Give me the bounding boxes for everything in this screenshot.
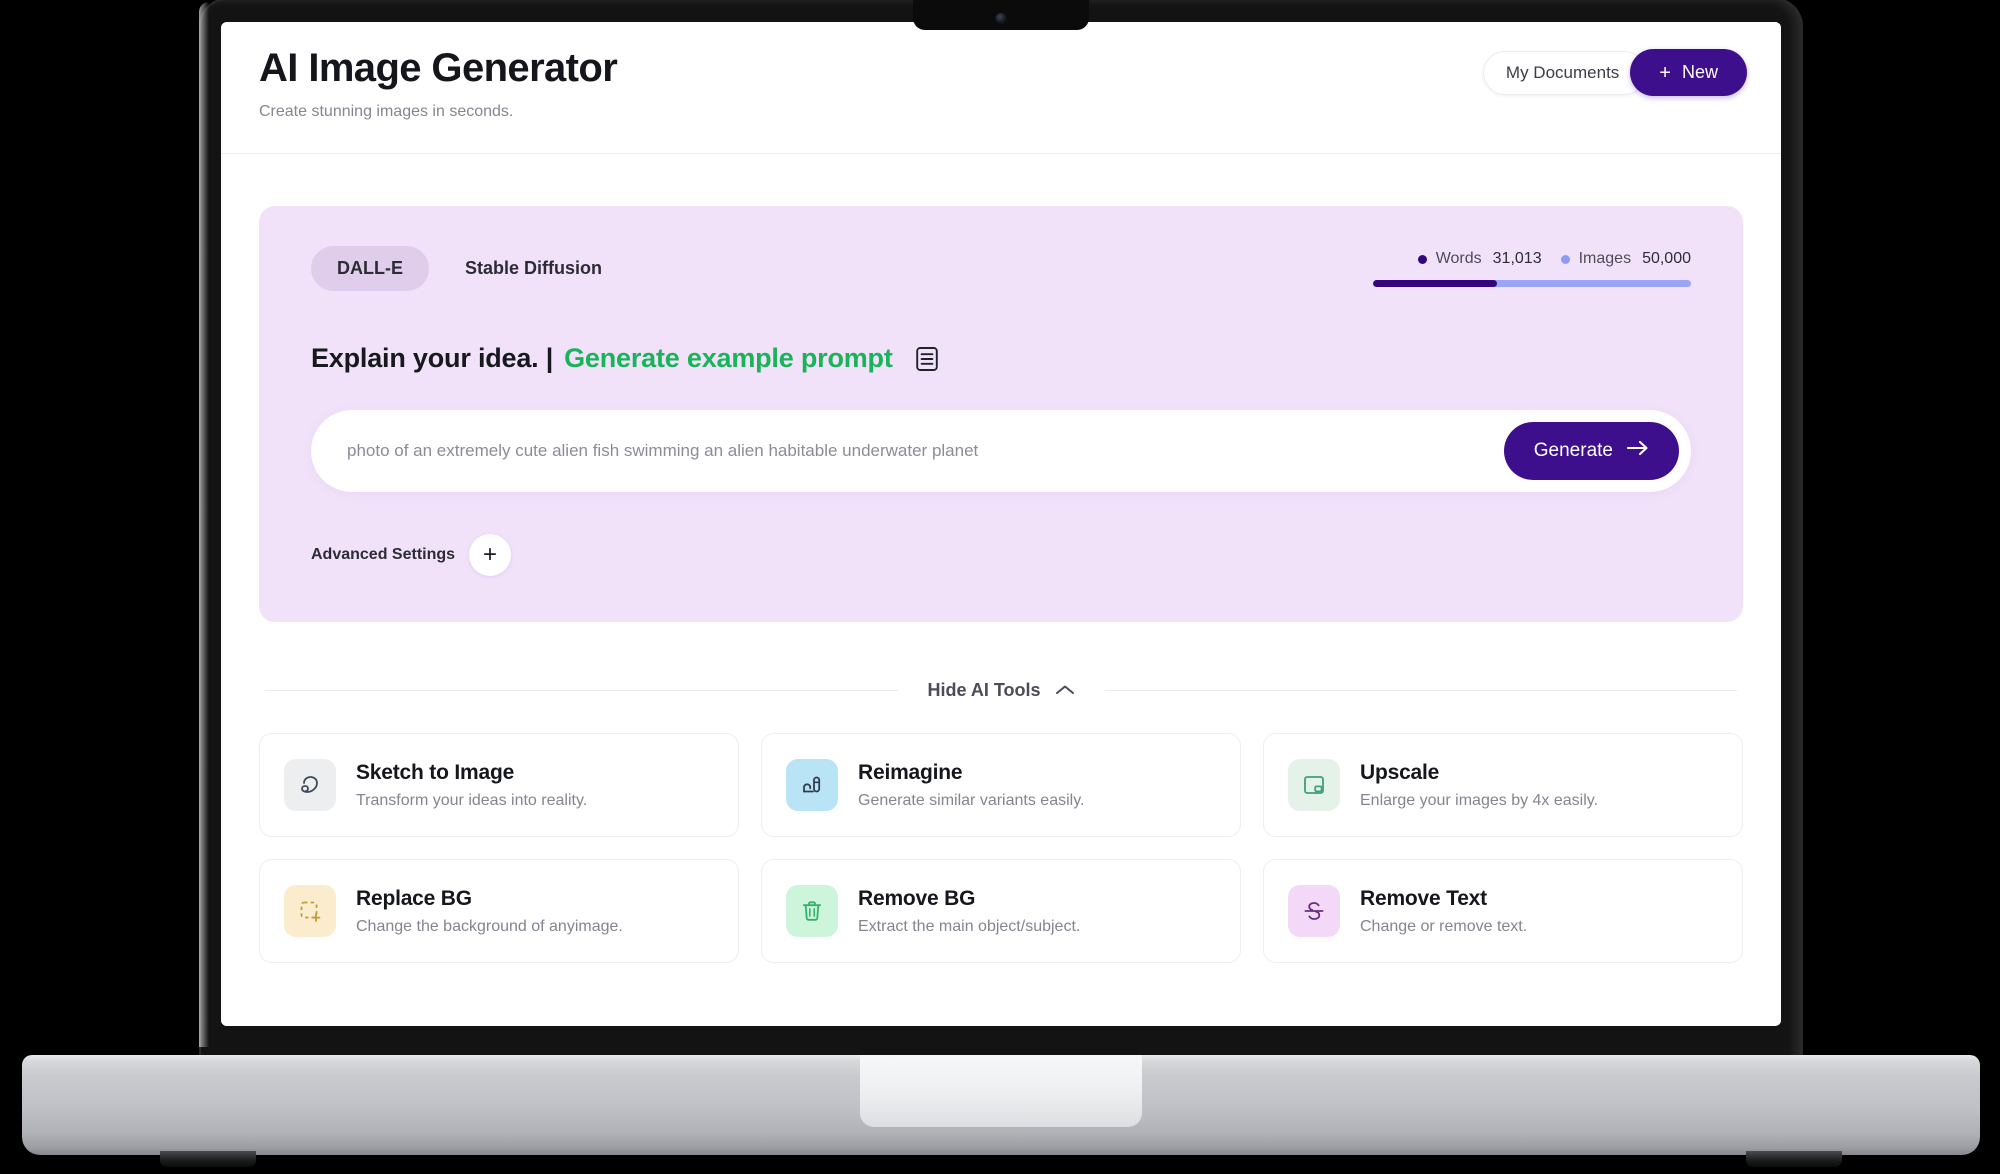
laptop-foot-left [160,1151,256,1167]
plus-icon: + [1659,61,1671,84]
tool-title: Upscale [1360,760,1440,784]
idea-line: Explain your idea. | Generate example pr… [311,343,1691,374]
generator-panel: DALL-E Stable Diffusion Words 31,013 Ima… [259,206,1743,622]
words-value: 31,013 [1492,250,1542,267]
app-header: AI Image Generator Create stunning image… [221,22,1781,154]
usage-meter: Words 31,013 Images 50,000 [1373,246,1691,287]
sketch-icon [284,759,336,811]
images-label: Images [1578,250,1632,267]
tool-card-remove-bg[interactable]: Remove BG Extract the main object/subjec… [761,859,1241,963]
advanced-settings-label: Advanced Settings [311,546,456,563]
usage-progress-bar [1373,280,1691,287]
prompt-bar: Generate [311,410,1691,492]
divider-line-right [1104,690,1738,691]
tool-card-reimagine[interactable]: Reimagine Generate similar variants easi… [761,733,1241,837]
remove-bg-icon [786,885,838,937]
tool-text: Reimagine Generate similar variants easi… [858,761,1084,810]
app-window: AI Image Generator Create stunning image… [221,22,1781,1026]
idea-static-text: Explain your idea. | [311,343,554,373]
tool-desc: Change the background of anyimage. [356,917,623,935]
divider-line-left [265,690,898,691]
arrow-right-icon [1626,440,1649,462]
tool-desc: Enlarge your images by 4x easily. [1360,791,1599,809]
replace-bg-icon [284,885,336,937]
model-tab-stable-diffusion[interactable]: Stable Diffusion [439,246,628,291]
laptop-base [22,1055,1980,1167]
tool-desc: Transform your ideas into reality. [356,791,588,809]
tool-card-replace-bg[interactable]: Replace BG Change the background of anyi… [259,859,739,963]
generate-example-prompt-link[interactable]: Generate example prompt [564,343,893,374]
advanced-settings-row: Advanced Settings + [311,534,1691,576]
laptop-notch [913,0,1089,30]
my-documents-button[interactable]: My Documents [1482,50,1647,95]
ai-tools-grid: Sketch to Image Transform your ideas int… [221,701,1781,963]
generate-button[interactable]: Generate [1503,422,1679,480]
chevron-up-icon [1055,680,1075,701]
tool-card-remove-text[interactable]: Remove Text Change or remove text. [1263,859,1743,963]
header-actions: My Documents + New [1482,49,1747,96]
document-list-icon[interactable] [915,346,939,372]
laptop-screen: AI Image Generator Create stunning image… [221,22,1781,1026]
tool-title: Remove BG [858,886,976,910]
remove-text-icon [1288,885,1340,937]
tool-title: Reimagine [858,760,963,784]
hide-ai-tools-label: Hide AI Tools [927,680,1041,700]
tool-card-sketch-to-image[interactable]: Sketch to Image Transform your ideas int… [259,733,739,837]
reimagine-icon [786,759,838,811]
webcam-icon [995,13,1007,24]
tool-text: Remove Text Change or remove text. [1360,887,1527,936]
hide-ai-tools-toggle[interactable]: Hide AI Tools [898,680,1105,701]
images-value: 50,000 [1642,250,1691,267]
generator-panel-top: DALL-E Stable Diffusion Words 31,013 Ima… [311,246,1691,291]
tool-text: Replace BG Change the background of anyi… [356,887,623,936]
tool-desc: Extract the main object/subject. [858,917,1081,935]
new-button-label: New [1681,62,1718,82]
model-tab-dalle[interactable]: DALL-E [311,246,429,291]
screenshot-stage: AI Image Generator Create stunning image… [0,0,2000,1174]
tool-text: Remove BG Extract the main object/subjec… [858,887,1080,936]
images-dot-icon [1560,254,1570,264]
new-button[interactable]: + New [1630,49,1747,96]
advanced-settings-expand-button[interactable]: + [469,534,512,576]
tool-title: Sketch to Image [356,760,515,784]
tool-title: Replace BG [356,886,472,910]
tool-desc: Generate similar variants easily. [858,791,1085,809]
laptop-foot-right [1746,1151,1842,1167]
tool-desc: Change or remove text. [1360,917,1528,935]
upscale-icon [1288,759,1340,811]
generate-button-label: Generate [1533,440,1613,461]
usage-legend: Words 31,013 Images 50,000 [1373,250,1691,268]
tool-card-upscale[interactable]: Upscale Enlarge your images by 4x easily… [1263,733,1743,837]
page-subtitle: Create stunning images in seconds. [259,102,514,120]
tool-title: Remove Text [1360,886,1487,910]
prompt-input[interactable] [347,441,1504,461]
model-tabs: DALL-E Stable Diffusion [311,246,628,291]
words-dot-icon [1417,254,1427,264]
words-label: Words [1435,250,1482,267]
usage-progress-fill [1373,280,1498,287]
laptop-base-notch [860,1055,1142,1127]
tools-divider: Hide AI Tools [265,680,1738,701]
tool-text: Sketch to Image Transform your ideas int… [356,761,587,810]
tool-text: Upscale Enlarge your images by 4x easily… [1360,761,1598,810]
